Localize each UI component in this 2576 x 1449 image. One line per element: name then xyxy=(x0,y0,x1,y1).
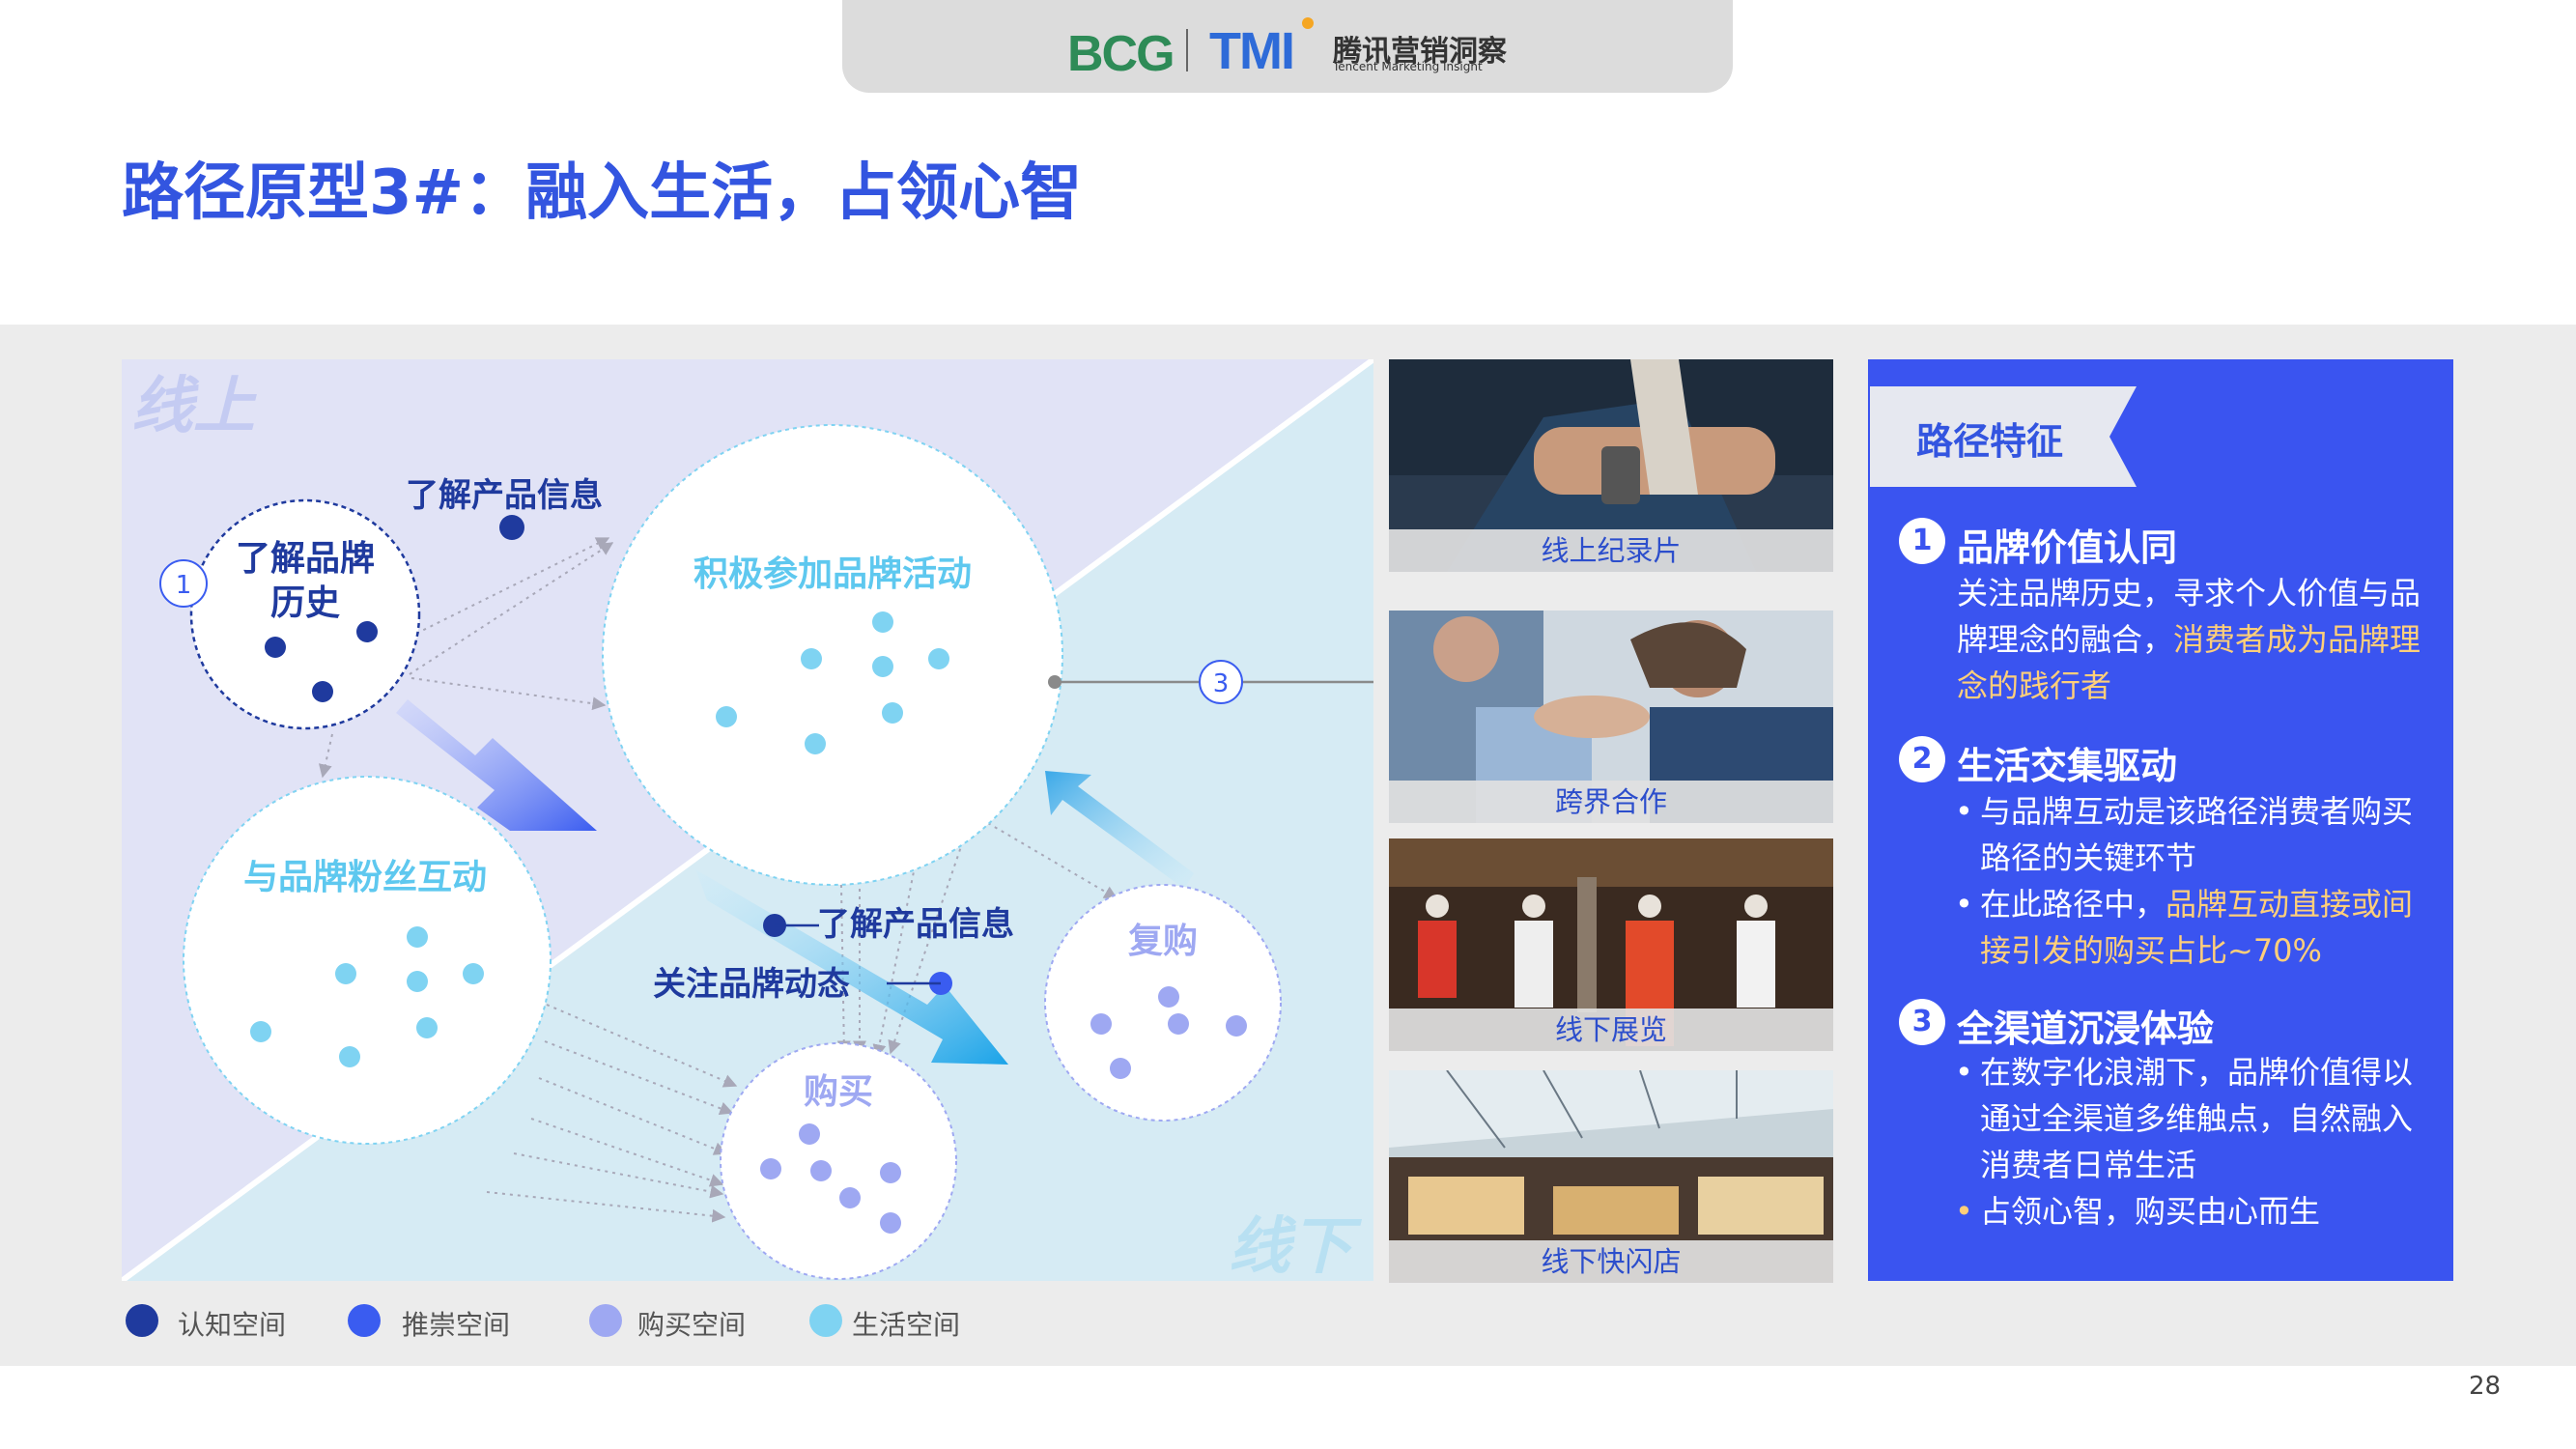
tmi-logo: TMI xyxy=(1209,22,1295,80)
bullet-dot-icon: • xyxy=(1955,886,1973,923)
brand-activity-label: 积极参加品牌活动 xyxy=(694,554,972,594)
product-info-mid-label: 了解产品信息 xyxy=(817,905,1014,944)
feature-3-bullet-1: 在数字化浪潮下，品牌价值得以通过全渠道多维触点，自然融入消费者日常生活 xyxy=(1980,1054,2414,1183)
photo-caption: 线下快闪店 xyxy=(1389,1240,1833,1283)
legend-label-advocacy: 推崇空间 xyxy=(402,1309,511,1341)
journey-diagram: 线上 线下 了解品牌 历史 积极参加品牌活动 与品牌粉丝互动 购买 复购 1 了… xyxy=(122,359,1373,1281)
legend-dot-awareness xyxy=(126,1304,158,1337)
bullet-dot-icon: • xyxy=(1955,1054,1973,1091)
legend-dot-advocacy xyxy=(348,1304,381,1337)
feature-3-bullet-2: 占领心智，购买由心而生 xyxy=(1980,1193,2321,1230)
feature-3-title: 全渠道沉浸体验 xyxy=(1957,1008,2215,1050)
page-title: 路径原型3#：融入生活，占领心智 xyxy=(122,157,1083,229)
photo-crossover: 跨界合作 xyxy=(1389,611,1833,823)
brand-history-label-line1: 了解品牌 xyxy=(236,539,375,579)
photo-popup-store: 线下快闪店 xyxy=(1389,1070,1833,1283)
zone-online-label: 线上 xyxy=(131,371,257,442)
callout-3-number: 3 xyxy=(1213,669,1230,698)
legend-label-purchase: 购买空间 xyxy=(637,1309,747,1341)
feature-2-title: 生活交集驱动 xyxy=(1957,745,2178,787)
legend-dot-purchase xyxy=(589,1304,622,1337)
tmi-logo-dot-icon xyxy=(1302,17,1314,29)
feature-2-bullet-2-text: 在此路径中， xyxy=(1980,886,2166,923)
photo-caption: 线上纪录片 xyxy=(1389,529,1833,572)
brand-history-label-line2: 历史 xyxy=(270,583,340,623)
follow-brand-label: 关注品牌动态 xyxy=(653,965,850,1004)
feature-1-number: 1 xyxy=(1899,518,1945,564)
feature-2-bullet-1: 与品牌互动是该路径消费者购买路径的关键环节 xyxy=(1980,793,2414,876)
bullet-dot-icon: • xyxy=(1955,793,1973,830)
bullet-dot-icon: • xyxy=(1955,1193,1973,1230)
feature-2-number: 2 xyxy=(1899,736,1945,782)
purchase-label: 购买 xyxy=(804,1072,873,1112)
logo-divider xyxy=(1186,29,1188,71)
path-feature-tag: 路径特征 xyxy=(1916,420,2064,463)
product-info-top-label: 了解产品信息 xyxy=(406,476,603,515)
repurchase-label: 复购 xyxy=(1128,922,1198,961)
page-number: 28 xyxy=(2469,1372,2502,1401)
legend-label-life: 生活空间 xyxy=(852,1309,961,1341)
circle-fan-interaction xyxy=(183,776,552,1145)
legend-label-awareness: 认知空间 xyxy=(178,1309,287,1341)
feature-1-body: 关注品牌历史，寻求个人价值与品牌理念的融合，消费者成为品牌理念的践行者 xyxy=(1957,570,2440,709)
legend-dot-life xyxy=(809,1304,842,1337)
photo-exhibition: 线下展览 xyxy=(1389,838,1833,1051)
feature-2-bullet-2: 在此路径中，品牌互动直接或间接引发的购买占比~70% xyxy=(1980,881,2434,974)
photo-caption: 跨界合作 xyxy=(1389,781,1833,823)
fan-interaction-label: 与品牌粉丝互动 xyxy=(243,858,487,897)
circle-brand-activity xyxy=(602,424,1063,886)
bcg-logo: BCG xyxy=(1067,26,1175,82)
photo-caption: 线下展览 xyxy=(1389,1009,1833,1051)
tmi-logo-en: Tencent Marketing Insight xyxy=(1333,60,1483,73)
feature-1-title: 品牌价值认同 xyxy=(1957,526,2178,569)
step-1-number: 1 xyxy=(176,571,192,600)
zone-offline-label: 线下 xyxy=(1229,1211,1363,1281)
photo-online-documentary: 线上纪录片 xyxy=(1389,359,1833,572)
feature-3-number: 3 xyxy=(1899,999,1945,1045)
node-product-info-top xyxy=(499,515,524,540)
